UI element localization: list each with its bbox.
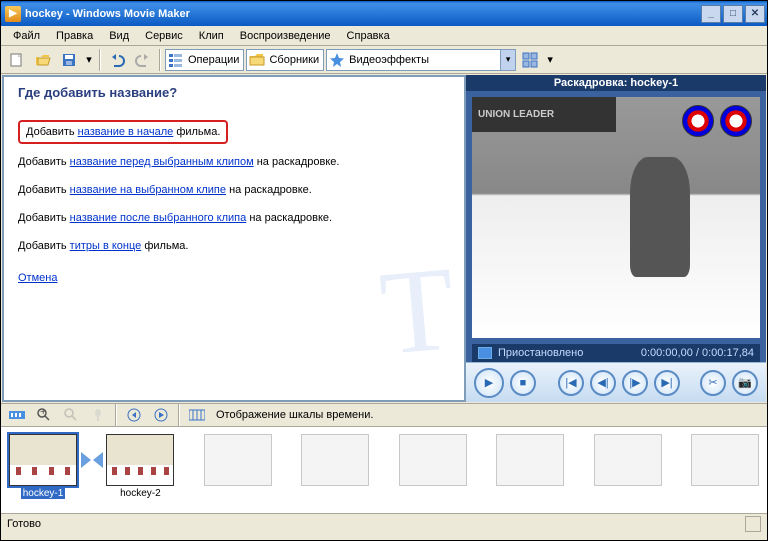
playback-controls: ▶ ■ |◀ ◀| |▶ ▶| ✂ 📷 xyxy=(466,362,766,402)
timeline-toolbar: + Отображение шкалы времени. xyxy=(1,403,767,427)
snapshot-button[interactable]: 📷 xyxy=(732,370,758,396)
timeline-rewind-button[interactable] xyxy=(122,403,146,427)
timeline-view-button[interactable] xyxy=(5,403,29,427)
zoom-in-button[interactable]: + xyxy=(32,403,56,427)
storyboard: hockey-1 hockey-2 xyxy=(1,427,767,513)
empty-clip-slot[interactable] xyxy=(691,434,759,486)
play-button[interactable]: ▶ xyxy=(474,368,504,398)
menu-bar: Файл Правка Вид Сервис Клип Воспроизведе… xyxy=(1,26,767,46)
link-title-after-clip[interactable]: название после выбранного клипа xyxy=(70,212,247,224)
storyboard-view-button[interactable] xyxy=(185,403,209,427)
tasks-icon xyxy=(168,52,184,68)
view-thumbnails-button[interactable] xyxy=(518,48,542,72)
new-project-button[interactable] xyxy=(5,48,29,72)
rewind-button[interactable]: |◀ xyxy=(558,370,584,396)
playback-status: Приостановлено xyxy=(498,347,583,359)
pepsi-logo-icon xyxy=(720,105,752,137)
menu-play[interactable]: Воспроизведение xyxy=(232,28,339,44)
title-bar: ▶ hockey - Windows Movie Maker _ □ ✕ xyxy=(1,1,767,26)
cancel-link[interactable]: Отмена xyxy=(18,272,57,284)
effects-label: Видеоэффекты xyxy=(345,54,500,66)
redo-button[interactable] xyxy=(131,48,155,72)
close-button[interactable]: ✕ xyxy=(745,5,765,23)
resize-grip[interactable] xyxy=(745,516,761,532)
menu-edit[interactable]: Правка xyxy=(48,28,101,44)
pepsi-logo-icon xyxy=(682,105,714,137)
empty-clip-slot[interactable] xyxy=(301,434,369,486)
forward-button[interactable]: ▶| xyxy=(654,370,680,396)
menu-file[interactable]: Файл xyxy=(5,28,48,44)
clip-label[interactable]: hockey-1 xyxy=(21,488,66,499)
task-pane: Где добавить название? Добавить название… xyxy=(2,75,466,402)
next-frame-button[interactable]: |▶ xyxy=(622,370,648,396)
preview-title: Раскадровка: hockey-1 xyxy=(466,75,766,91)
window-title: hockey - Windows Movie Maker xyxy=(25,8,190,20)
effects-combo[interactable]: Видеоэффекты ▾ xyxy=(326,49,516,71)
transition-slot[interactable] xyxy=(79,434,104,486)
stop-button[interactable]: ■ xyxy=(510,370,536,396)
preview-banner-text: UNION LEADER xyxy=(472,97,616,132)
link-credits-end[interactable]: титры в конце xyxy=(70,240,142,252)
empty-clip-slot[interactable] xyxy=(204,434,272,486)
transition-slot[interactable] xyxy=(566,434,591,486)
separator xyxy=(178,404,180,426)
link-title-before-clip[interactable]: название перед выбранным клипом xyxy=(70,156,254,168)
timeline-play-button[interactable] xyxy=(149,403,173,427)
menu-view[interactable]: Вид xyxy=(101,28,137,44)
tasks-label: Операции xyxy=(184,54,243,66)
link-title-on-clip[interactable]: название на выбранном клипе xyxy=(70,184,226,196)
minimize-button[interactable]: _ xyxy=(701,5,721,23)
view-dropdown[interactable]: ▾ xyxy=(544,48,556,72)
open-button[interactable] xyxy=(31,48,55,72)
app-icon: ▶ xyxy=(5,6,21,22)
zoom-out-button[interactable] xyxy=(59,403,83,427)
menu-help[interactable]: Справка xyxy=(339,28,398,44)
folder-icon xyxy=(249,52,265,68)
transition-slot[interactable] xyxy=(664,434,689,486)
empty-clip-slot[interactable] xyxy=(594,434,662,486)
star-icon xyxy=(329,52,345,68)
menu-clip[interactable]: Клип xyxy=(191,28,232,44)
separator xyxy=(99,49,101,71)
empty-clip-slot[interactable] xyxy=(496,434,564,486)
transition-slot[interactable] xyxy=(371,434,396,486)
link-title-beginning[interactable]: название в начале xyxy=(78,126,174,138)
playback-time: 0:00:00,00 / 0:00:17,84 xyxy=(641,347,754,359)
transition-slot[interactable] xyxy=(274,434,299,486)
prev-frame-button[interactable]: ◀| xyxy=(590,370,616,396)
status-bar: Готово xyxy=(1,513,767,533)
collections-label: Сборники xyxy=(265,54,323,66)
separator xyxy=(159,49,161,71)
tasks-button[interactable]: Операции xyxy=(165,49,244,71)
timeline-label: Отображение шкалы времени. xyxy=(212,409,373,421)
separator xyxy=(115,404,117,426)
maximize-button[interactable]: □ xyxy=(723,5,743,23)
clip-label[interactable]: hockey-2 xyxy=(120,488,161,499)
status-icon xyxy=(478,347,492,359)
preview-pane: Раскадровка: hockey-1 UNION LEADER Приос… xyxy=(466,75,766,402)
save-button[interactable] xyxy=(57,48,81,72)
narrate-button[interactable] xyxy=(86,403,110,427)
transition-slot[interactable] xyxy=(176,434,201,486)
undo-button[interactable] xyxy=(105,48,129,72)
preview-monitor[interactable]: UNION LEADER xyxy=(472,97,760,338)
clip-thumbnail[interactable] xyxy=(9,434,77,486)
watermark-t-icon: T xyxy=(375,239,460,383)
clip-thumbnail[interactable] xyxy=(106,434,174,486)
status-text: Готово xyxy=(7,518,41,530)
transition-slot[interactable] xyxy=(469,434,494,486)
chevron-down-icon: ▾ xyxy=(500,50,515,70)
save-dropdown[interactable]: ▾ xyxy=(83,48,95,72)
highlighted-option: Добавить название в начале фильма. xyxy=(18,120,228,144)
split-button[interactable]: ✂ xyxy=(700,370,726,396)
collections-button[interactable]: Сборники xyxy=(246,49,324,71)
preview-status-bar: Приостановлено 0:00:00,00 / 0:00:17,84 xyxy=(472,344,760,362)
menu-tools[interactable]: Сервис xyxy=(137,28,191,44)
empty-clip-slot[interactable] xyxy=(399,434,467,486)
task-heading: Где добавить название? xyxy=(18,85,450,100)
svg-text:+: + xyxy=(40,407,46,418)
toolbar: ▾ Операции Сборники Видеоэффекты ▾ ▾ xyxy=(1,46,767,74)
